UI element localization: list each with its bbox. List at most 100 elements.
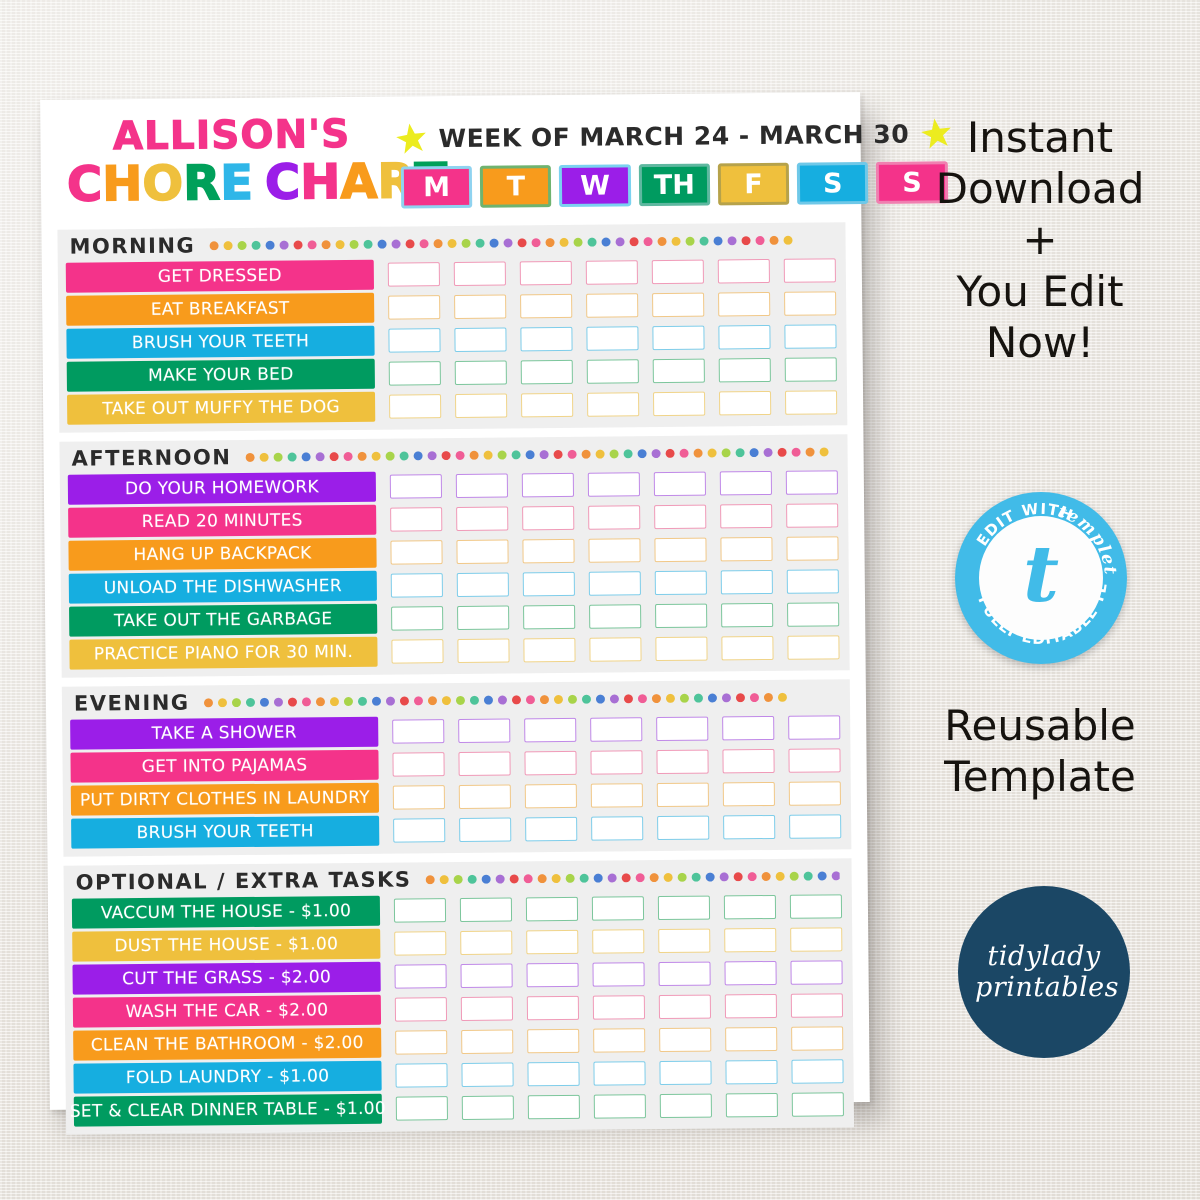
checkbox-m-5[interactable] xyxy=(389,394,442,419)
checkbox-s-4[interactable] xyxy=(718,357,771,383)
checkbox-s-1[interactable] xyxy=(719,470,772,496)
checkbox-m-4[interactable] xyxy=(388,361,441,386)
checkbox-th-4[interactable] xyxy=(592,995,646,1020)
checkbox-f-1[interactable] xyxy=(653,471,706,497)
checkbox-th-5[interactable] xyxy=(587,392,640,417)
checkbox-s-3[interactable] xyxy=(722,781,775,807)
checkbox-w-3[interactable] xyxy=(526,962,579,988)
checkbox-th-1[interactable] xyxy=(590,717,643,742)
checkbox-f-2[interactable] xyxy=(654,504,707,530)
checkbox-t-4[interactable] xyxy=(454,360,507,385)
checkbox-th-5[interactable] xyxy=(589,604,642,629)
checkbox-w-4[interactable] xyxy=(520,359,573,385)
checkbox-t-4[interactable] xyxy=(459,817,512,842)
checkbox-t-6[interactable] xyxy=(457,638,510,663)
checkbox-t-2[interactable] xyxy=(460,930,513,955)
checkbox-s-4[interactable] xyxy=(723,814,776,840)
checkbox-m-6[interactable] xyxy=(391,639,444,664)
checkbox-th-2[interactable] xyxy=(586,293,639,318)
checkbox-m-2[interactable] xyxy=(388,295,441,320)
checkbox-t-3[interactable] xyxy=(458,784,511,809)
checkbox-s-7[interactable] xyxy=(791,1092,844,1117)
checkbox-m-4[interactable] xyxy=(393,818,446,843)
checkbox-s-6[interactable] xyxy=(725,1059,778,1085)
checkbox-f-5[interactable] xyxy=(659,1027,712,1053)
checkbox-t-7[interactable] xyxy=(461,1095,514,1120)
checkbox-t-4[interactable] xyxy=(460,996,514,1021)
checkbox-t-1[interactable] xyxy=(459,897,513,922)
checkbox-m-3[interactable] xyxy=(388,328,441,353)
checkbox-m-2[interactable] xyxy=(392,752,445,777)
checkbox-th-1[interactable] xyxy=(585,260,638,285)
checkbox-w-2[interactable] xyxy=(526,929,579,955)
checkbox-m-3[interactable] xyxy=(390,540,443,565)
checkbox-t-3[interactable] xyxy=(460,963,513,988)
checkbox-t-5[interactable] xyxy=(461,1029,514,1054)
checkbox-s-5[interactable] xyxy=(784,390,838,415)
checkbox-t-1[interactable] xyxy=(458,718,511,743)
checkbox-th-6[interactable] xyxy=(593,1061,646,1086)
checkbox-t-5[interactable] xyxy=(455,393,508,418)
checkbox-w-3[interactable] xyxy=(522,538,575,564)
checkbox-s-4[interactable] xyxy=(724,993,778,1019)
checkbox-s-3[interactable] xyxy=(784,324,837,349)
checkbox-m-1[interactable] xyxy=(393,898,447,923)
checkbox-w-6[interactable] xyxy=(527,1061,580,1087)
checkbox-th-7[interactable] xyxy=(593,1094,646,1119)
checkbox-t-1[interactable] xyxy=(455,473,509,498)
checkbox-w-1[interactable] xyxy=(524,717,577,743)
checkbox-th-4[interactable] xyxy=(586,359,639,384)
checkbox-f-3[interactable] xyxy=(656,782,709,808)
checkbox-m-2[interactable] xyxy=(390,507,443,532)
checkbox-t-2[interactable] xyxy=(454,294,507,319)
checkbox-s-4[interactable] xyxy=(784,357,837,382)
checkbox-w-1[interactable] xyxy=(525,896,579,922)
checkbox-s-5[interactable] xyxy=(721,602,774,628)
checkbox-w-1[interactable] xyxy=(521,472,575,498)
checkbox-t-4[interactable] xyxy=(456,572,509,597)
checkbox-f-1[interactable] xyxy=(657,895,711,921)
checkbox-m-7[interactable] xyxy=(395,1096,448,1121)
checkbox-f-2[interactable] xyxy=(656,749,709,775)
checkbox-f-4[interactable] xyxy=(657,815,710,841)
checkbox-m-1[interactable] xyxy=(392,719,445,744)
checkbox-s-2[interactable] xyxy=(788,748,841,773)
checkbox-s-2[interactable] xyxy=(720,503,773,529)
checkbox-m-5[interactable] xyxy=(391,606,444,631)
checkbox-w-5[interactable] xyxy=(527,1028,580,1054)
checkbox-t-6[interactable] xyxy=(461,1062,514,1087)
checkbox-f-4[interactable] xyxy=(652,358,705,384)
checkbox-th-1[interactable] xyxy=(587,472,641,497)
checkbox-w-4[interactable] xyxy=(522,571,575,597)
checkbox-m-5[interactable] xyxy=(395,1030,448,1055)
checkbox-th-6[interactable] xyxy=(589,637,642,662)
checkbox-w-5[interactable] xyxy=(521,392,574,418)
checkbox-s-7[interactable] xyxy=(725,1092,778,1118)
checkbox-th-2[interactable] xyxy=(592,929,645,954)
checkbox-f-5[interactable] xyxy=(653,391,706,417)
checkbox-s-4[interactable] xyxy=(720,569,773,595)
checkbox-f-2[interactable] xyxy=(652,292,705,318)
checkbox-th-3[interactable] xyxy=(590,783,643,808)
checkbox-w-6[interactable] xyxy=(523,637,576,663)
checkbox-f-6[interactable] xyxy=(659,1060,712,1086)
checkbox-s-1[interactable] xyxy=(783,258,836,283)
checkbox-f-3[interactable] xyxy=(652,325,705,351)
checkbox-th-3[interactable] xyxy=(588,538,641,563)
checkbox-s-1[interactable] xyxy=(717,258,770,284)
checkbox-w-5[interactable] xyxy=(523,604,576,630)
checkbox-s-5[interactable] xyxy=(787,602,840,627)
checkbox-s-3[interactable] xyxy=(786,536,839,561)
checkbox-f-4[interactable] xyxy=(658,994,712,1020)
checkbox-s-1[interactable] xyxy=(722,715,775,741)
checkbox-s-4[interactable] xyxy=(789,814,842,839)
checkbox-s-2[interactable] xyxy=(724,927,777,953)
checkbox-f-1[interactable] xyxy=(651,259,704,285)
checkbox-w-1[interactable] xyxy=(519,260,572,286)
checkbox-m-4[interactable] xyxy=(394,997,448,1022)
checkbox-th-1[interactable] xyxy=(591,896,645,921)
checkbox-s-3[interactable] xyxy=(720,536,773,562)
checkbox-f-4[interactable] xyxy=(654,570,707,596)
checkbox-s-2[interactable] xyxy=(784,291,837,316)
checkbox-w-2[interactable] xyxy=(522,505,575,531)
